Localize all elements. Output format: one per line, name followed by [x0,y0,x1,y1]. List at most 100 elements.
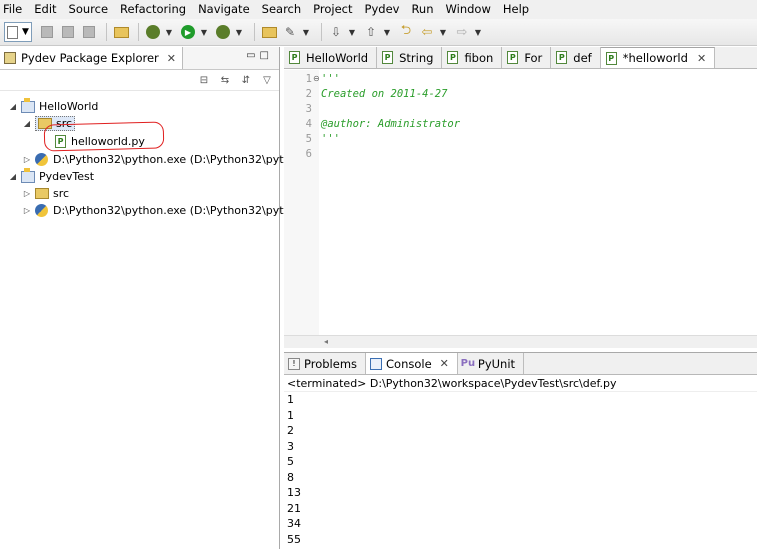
python-file-icon: P [507,51,519,64]
tab-helloworld-active[interactable]: P *helloworld ✕ [600,47,716,68]
collapsed-triangle-icon[interactable]: ▷ [22,189,32,198]
tab-pyunit[interactable]: Pu PyUnit [458,353,525,374]
line-number: 5 [305,132,312,145]
menu-help[interactable]: Help [497,0,535,19]
close-icon[interactable]: ✕ [167,52,176,65]
print-icon [83,26,95,38]
save-icon [41,26,53,38]
debug-button[interactable] [144,23,162,41]
menu-edit[interactable]: Edit [28,0,62,19]
new-file-icon [7,25,19,39]
tab-label: For [524,50,543,65]
tab-label: Problems [304,356,358,371]
menu-run[interactable]: Run [405,0,439,19]
filter-icon[interactable]: ⇵ [238,73,254,88]
external-tools-dropdown[interactable]: ▼ [235,23,243,41]
arrow-right-icon: ⇨ [456,24,468,40]
expanded-triangle-icon[interactable]: ◢ [8,102,18,111]
tab-helloworld[interactable]: P HelloWorld [284,47,378,68]
open-folder-button[interactable] [260,23,278,41]
code-line: 5 ''' [284,131,757,146]
console-output[interactable]: 1 1 2 3 5 8 13 21 34 55 [284,392,757,547]
console-tab-bar: ! Problems Console ✕ Pu PyUnit [284,353,757,375]
scroll-left-icon[interactable]: ◂ [324,337,328,346]
tab-string[interactable]: P String [377,47,443,68]
output-line: 21 [287,501,301,515]
save-all-icon [62,26,74,38]
pen-button[interactable]: ✎ [281,23,299,41]
collapsed-triangle-icon[interactable]: ▷ [22,206,32,215]
next-annotation-button[interactable]: ⇩ [327,23,345,41]
toolbar-separator [321,23,322,41]
back-dropdown[interactable]: ▼ [439,23,447,41]
console-panel: ! Problems Console ✕ Pu PyUnit <terminat… [284,352,757,549]
link-with-editor-icon[interactable]: ⇆ [217,73,233,88]
pen-dropdown[interactable]: ▼ [302,23,310,41]
forward-button[interactable]: ⇨ [453,23,471,41]
minimize-maximize-controls[interactable]: ▭□ [246,50,273,61]
tree-item-interpreter[interactable]: ▷ D:\Python32\python.exe (D:\Python32\py… [22,151,297,168]
python-file-icon: P [605,51,617,65]
tree-item-pydevtest[interactable]: ◢ PydevTest [8,167,94,185]
tab-console[interactable]: Console ✕ [366,353,458,374]
tree-item-label: D:\Python32\python.exe (D:\Python32\pyth… [53,153,298,166]
next-annotation-dropdown[interactable]: ▼ [348,23,356,41]
next-annotation-icon: ⇩ [330,25,342,39]
editor-text-area[interactable]: 1 ⊖ ''' 2 Created on 2011-4-27 3 4 @auth… [284,70,757,335]
menu-source[interactable]: Source [63,0,115,19]
close-icon[interactable]: ✕ [697,52,706,65]
expanded-triangle-icon[interactable]: ◢ [22,119,32,128]
package-explorer-header: Pydev Package Explorer ✕ ▭□ [0,47,279,70]
last-edit-button[interactable]: ⮌ [397,23,415,41]
tab-def[interactable]: P def [551,47,601,68]
menu-bar: File Edit Source Refactoring Navigate Se… [0,0,757,19]
menu-pydev[interactable]: Pydev [359,0,406,19]
close-icon[interactable]: ✕ [440,357,449,370]
output-line: 1 [287,393,294,406]
tree-item-src[interactable]: ▷ src [22,185,69,202]
tab-problems[interactable]: ! Problems [284,353,367,374]
line-number: 2 [305,87,312,100]
run-button[interactable]: ▶ [179,23,197,41]
view-menu-icon[interactable]: ▽ [259,73,275,88]
menu-search[interactable]: Search [256,0,308,19]
line-number: 4 [305,117,312,130]
package-explorer-title: Pydev Package Explorer [21,51,159,65]
save-all-button[interactable] [59,23,77,41]
external-tools-button[interactable] [214,23,232,41]
menu-window[interactable]: Window [440,0,497,19]
back-button[interactable]: ⇦ [418,23,436,41]
menu-file[interactable]: File [0,0,28,19]
prev-annotation-button[interactable]: ⇧ [362,23,380,41]
open-perspective-button[interactable] [112,23,130,41]
tab-for[interactable]: P For [502,47,552,68]
new-wizard-button[interactable]: ▼ [4,22,32,42]
python-interpreter-icon [35,153,48,166]
chevron-down-icon: ▼ [22,27,29,37]
prev-annotation-dropdown[interactable]: ▼ [383,23,391,41]
tab-label: *helloworld [622,51,688,65]
collapse-all-icon[interactable]: ⊟ [196,73,212,88]
problems-icon: ! [288,357,300,370]
menu-refactoring[interactable]: Refactoring [114,0,192,19]
save-button[interactable] [38,23,56,41]
tree-item-helloworld[interactable]: ◢ HelloWorld [8,97,98,115]
code-editor-panel: P HelloWorld P String P fibon P For P de… [284,47,757,348]
tree-item-interpreter[interactable]: ▷ D:\Python32\python.exe (D:\Python32\py… [22,202,297,219]
horizontal-scrollbar[interactable]: ◂ [284,335,757,348]
run-dropdown[interactable]: ▼ [200,23,208,41]
forward-dropdown[interactable]: ▼ [474,23,482,41]
toolbar-separator [254,23,255,41]
tab-fibon[interactable]: P fibon [442,47,503,68]
tree-item-label: D:\Python32\python.exe (D:\Python32\pyth… [53,204,298,217]
menu-navigate[interactable]: Navigate [192,0,256,19]
collapsed-triangle-icon[interactable]: ▷ [22,155,32,164]
output-line: 3 [287,439,294,453]
menu-project[interactable]: Project [307,0,358,19]
debug-dropdown[interactable]: ▼ [165,23,173,41]
print-button[interactable] [80,23,98,41]
console-icon [370,357,383,370]
expanded-triangle-icon[interactable]: ◢ [8,172,18,181]
fold-collapse-icon[interactable]: ⊖ [313,74,321,83]
tab-package-explorer[interactable]: Pydev Package Explorer ✕ [0,47,183,69]
